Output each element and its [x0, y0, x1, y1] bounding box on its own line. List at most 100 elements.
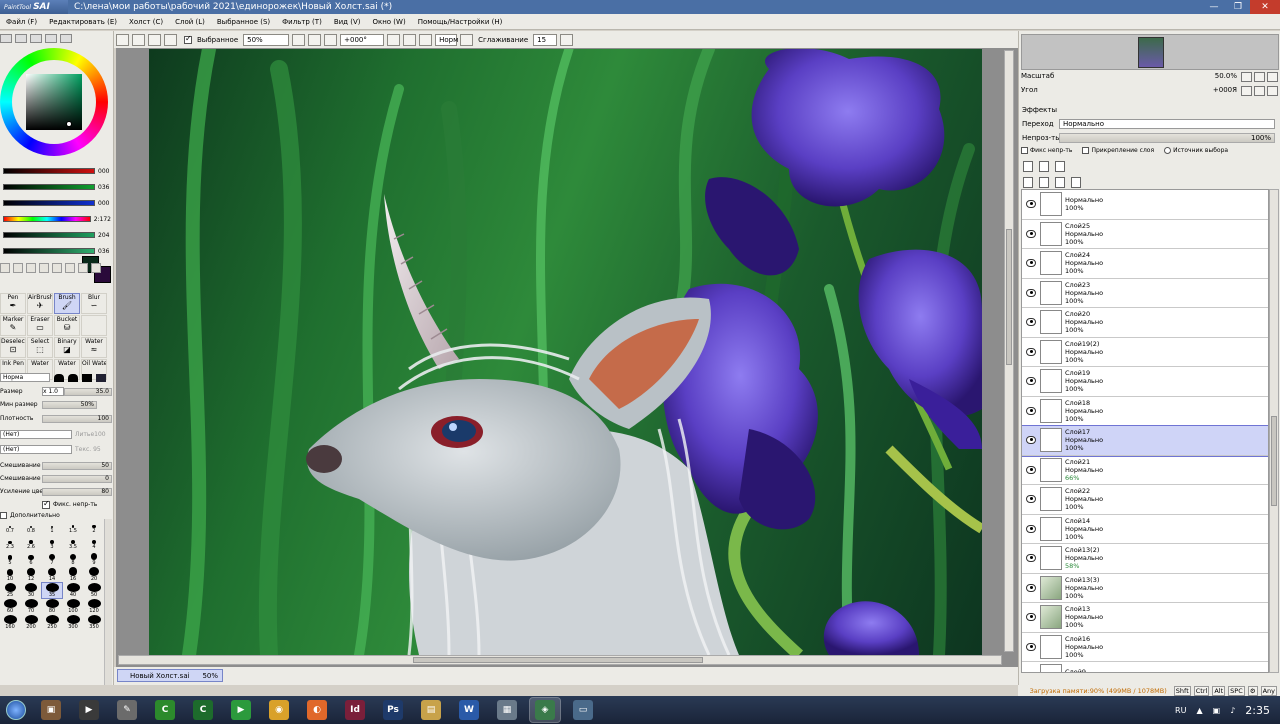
brush-texture-select[interactable]: (Нет) [0, 445, 72, 454]
brush-size-preset[interactable]: 120 [84, 599, 104, 614]
rotate-right-button[interactable] [403, 33, 417, 46]
brush-size-preset[interactable]: 10 [0, 567, 20, 582]
zoom-select[interactable]: 50% [243, 33, 290, 46]
taskbar-calculator-icon[interactable]: ▦ [492, 698, 522, 722]
brush-tool-4[interactable]: Marker ✎ [0, 315, 26, 336]
persistence-slider[interactable]: 80 [42, 487, 112, 496]
visibility-eye-icon[interactable] [1026, 229, 1036, 238]
taskbar-paint-icon[interactable]: ✎ [112, 698, 142, 722]
brush-size-preset[interactable]: 40 [63, 583, 83, 598]
color-slider-track[interactable] [3, 248, 95, 254]
brush-size-preset[interactable]: 35 [41, 582, 63, 599]
show-selection-button[interactable] [164, 33, 177, 46]
artwork-canvas[interactable] [149, 49, 982, 655]
rotate-tool-icon[interactable] [65, 263, 75, 273]
brush-size-preset[interactable]: 2.6 [21, 535, 41, 550]
menu-item-1[interactable]: Редактировать (E) [43, 18, 123, 26]
brush-tool-10[interactable]: Binary ◪ [54, 337, 80, 358]
navigator-thumbnail[interactable] [1138, 37, 1164, 68]
maximize-button[interactable]: ❐ [1226, 0, 1250, 14]
paper-texture-select[interactable]: (Нет) [0, 430, 72, 439]
select-tool-icon[interactable] [0, 263, 10, 273]
shape-square-icon[interactable] [96, 373, 106, 382]
taskbar-camtasia-icon[interactable]: C [150, 698, 180, 722]
clear-layer-icon[interactable] [1055, 177, 1065, 188]
visibility-eye-icon[interactable] [1026, 288, 1036, 297]
menu-item-6[interactable]: Вид (V) [328, 18, 367, 26]
brush-size-preset[interactable]: 4 [84, 535, 104, 550]
color-wheel-mode-icon[interactable] [0, 34, 12, 43]
zoom-tool-icon[interactable] [52, 263, 62, 273]
color-slider-1[interactable]: 036 [3, 181, 111, 193]
visibility-eye-icon[interactable] [1026, 642, 1036, 651]
color-slider-4[interactable]: 204 [3, 229, 111, 241]
rotate-left-button[interactable] [387, 33, 401, 46]
brush-tool-11[interactable]: Water ≈ [81, 337, 107, 358]
brush-tool-3[interactable]: Blur ∽ [81, 293, 107, 314]
nav-zoom-out-icon[interactable] [1241, 72, 1252, 82]
brush-size-preset[interactable]: 1.5 [63, 519, 83, 534]
smoothing-select[interactable]: 15 [533, 33, 558, 46]
color-slider-track[interactable] [3, 168, 95, 174]
brush-size-preset[interactable]: 25 [0, 583, 20, 598]
color-slider-track[interactable] [3, 216, 91, 222]
taskbar-media-icon[interactable]: ▶ [74, 698, 104, 722]
brush-size-preset[interactable]: 16 [63, 567, 83, 582]
brush-size-preset[interactable]: 200 [21, 615, 41, 630]
brush-size-preset[interactable]: 14 [42, 567, 62, 582]
layer-row[interactable]: Слой13(3) Нормально 100% [1022, 574, 1268, 603]
blending-slider[interactable]: 50 [42, 461, 112, 470]
layer-row[interactable]: Слой16 Нормально 100% [1022, 633, 1268, 662]
brush-size-preset[interactable]: 9 [84, 551, 104, 566]
layer-row[interactable]: Слой14 Нормально 100% [1022, 515, 1268, 544]
canvas-horizontal-scrollbar[interactable] [118, 655, 1002, 665]
brush-tool-0[interactable]: Pen ✒ [0, 293, 26, 314]
brush-size-preset[interactable]: 50 [84, 583, 104, 598]
canvas-area[interactable] [116, 48, 1018, 667]
density-slider[interactable]: 100 [42, 414, 112, 423]
brush-size-preset[interactable]: 3.5 [63, 535, 83, 550]
brush-size-preset[interactable]: 30 [21, 583, 41, 598]
lasso-tool-icon[interactable] [13, 263, 23, 273]
new-linework-layer-icon[interactable] [1039, 161, 1049, 172]
brush-size-preset[interactable]: 70 [21, 599, 41, 614]
color-slider-track[interactable] [3, 200, 95, 206]
menu-item-5[interactable]: Фильтр (T) [276, 18, 328, 26]
effects-header[interactable]: Эффекты [1022, 106, 1057, 114]
clipping-checkbox[interactable] [1082, 147, 1090, 154]
taskbar-indesign-icon[interactable]: Id [340, 698, 370, 722]
layer-row[interactable]: Слой24 Нормально 100% [1022, 249, 1268, 279]
canvas-vertical-scrollbar[interactable] [1004, 50, 1014, 652]
layer-row[interactable]: Нормально 100% [1022, 190, 1268, 220]
brush-size-preset[interactable]: 12 [21, 567, 41, 582]
close-button[interactable]: ✕ [1250, 0, 1280, 14]
deselect-button[interactable] [132, 33, 145, 46]
visibility-eye-icon[interactable] [1026, 377, 1036, 386]
color-slider-track[interactable] [3, 232, 95, 238]
new-folder-icon[interactable] [1055, 161, 1065, 172]
brush-size-preset[interactable]: 350 [84, 615, 104, 630]
blend-mode-select[interactable]: Нормально [1059, 119, 1275, 129]
taskbar-play-icon[interactable]: ▶ [226, 698, 256, 722]
view-toggle-button[interactable] [116, 33, 129, 46]
brush-tool-6[interactable]: Bucket ⛁ [54, 315, 80, 336]
visibility-eye-icon[interactable] [1026, 583, 1036, 592]
visibility-eye-icon[interactable] [1026, 554, 1036, 563]
menu-item-0[interactable]: Файл (F) [0, 18, 43, 26]
color-slider-0[interactable]: 000 [3, 165, 111, 177]
min-size-slider[interactable]: 50% [42, 400, 97, 409]
brush-size-preset[interactable]: 0.7 [0, 519, 20, 534]
nav-rotate-reset-icon[interactable] [1267, 86, 1278, 96]
brush-size-preset[interactable]: 160 [0, 615, 20, 630]
color-slider-2[interactable]: 000 [3, 197, 111, 209]
color-wheel[interactable] [0, 48, 108, 156]
swatch-mode-icon[interactable] [45, 34, 57, 43]
zoom-out-button[interactable] [292, 33, 306, 46]
hand-tool-icon[interactable] [78, 263, 88, 273]
taskbar-excel-like-icon[interactable]: C [188, 698, 218, 722]
network-icon[interactable]: ▣ [1213, 706, 1221, 715]
layer-row[interactable]: Слой25 Нормально 100% [1022, 220, 1268, 249]
start-button[interactable] [0, 696, 32, 724]
visibility-eye-icon[interactable] [1026, 200, 1036, 209]
menu-item-3[interactable]: Слой (L) [169, 18, 211, 26]
